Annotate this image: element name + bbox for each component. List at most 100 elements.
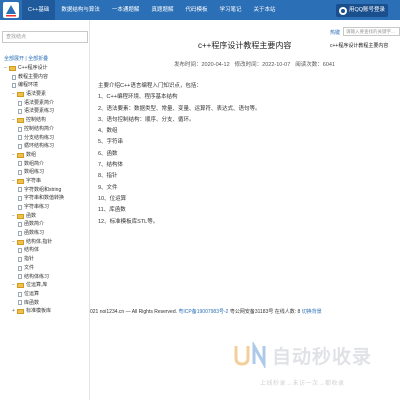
expand-all-link[interactable]: 全部展开 xyxy=(4,56,24,62)
article-line: 6、函数 xyxy=(98,150,118,157)
tree-node[interactable]: 数组简介 xyxy=(4,160,90,169)
tree-node[interactable]: 字符串和数值转换 xyxy=(4,194,90,203)
page-icon xyxy=(18,204,22,210)
article-line: 4、数组 xyxy=(98,128,118,135)
icp-link[interactable]: 粤ICP备19007983号-2 xyxy=(178,309,228,315)
toc-link[interactable]: c++程序设计教程主要内容 xyxy=(330,42,388,49)
tree-folder[interactable]: − C++程序设计 xyxy=(4,64,90,73)
tree-label: C++程序设计 xyxy=(18,65,48,71)
online-count: 在线人数: 8 xyxy=(274,309,301,315)
top-nav-bar: C++基础 数据结构与算法 一本通题解 真题题解 代码模板 学习笔记 关于本站 用QQ账号登… xyxy=(0,0,400,20)
tree-folder[interactable]: − 位运算,库 xyxy=(4,281,90,290)
tree-label: 数组练习 xyxy=(24,169,45,176)
tree-label: 语法要素简介 xyxy=(24,99,55,106)
keyword-search-input[interactable]: 请输入要查找的关键字... xyxy=(343,27,400,36)
article-line: 10、位运算 xyxy=(98,195,127,202)
watermark: 自动秒收录 上线秒录→未访一次→都收录 xyxy=(222,340,392,390)
nav-item-3[interactable]: 真题题解 xyxy=(145,0,179,20)
qq-login-button[interactable]: 用QQ账号登录 xyxy=(336,4,388,17)
tree-label: 库函数 xyxy=(24,299,40,306)
tree-folder[interactable]: − 函数 xyxy=(4,212,90,221)
tree-folder[interactable]: − 数组 xyxy=(4,151,90,160)
tree-label: 控制结构 xyxy=(26,117,47,124)
chapter-tree: − C++程序设计 教程主要内容 编程环境 − 语法要素 语法要素简介 语法要素练习 − 控制结构… xyxy=(4,64,90,316)
tree-label: 标准模板库 xyxy=(26,308,52,315)
qq-icon xyxy=(339,6,347,15)
page-icon xyxy=(12,74,16,80)
folder-icon xyxy=(17,239,24,245)
tree-node[interactable]: 数组练习 xyxy=(4,168,90,177)
tree-label: 结构体,指针 xyxy=(26,238,53,245)
tree-label: 分支结构练习 xyxy=(24,134,55,141)
tree-folder[interactable]: − 控制结构 xyxy=(4,116,90,125)
folder-icon xyxy=(17,283,24,289)
tree-node[interactable]: 语法要素简介 xyxy=(4,99,90,108)
tree-label: 位运算,库 xyxy=(26,282,48,289)
page-icon xyxy=(18,126,22,132)
tree-node[interactable]: 函数练习 xyxy=(4,229,90,238)
article-line: 7、结构体 xyxy=(98,162,124,169)
page-icon xyxy=(18,144,22,150)
nav-item-4[interactable]: 代码模板 xyxy=(179,0,213,20)
folder-icon xyxy=(9,65,16,71)
tree-node[interactable]: 库函数 xyxy=(4,299,90,308)
nav-item-5[interactable]: 学习笔记 xyxy=(213,0,247,20)
folder-icon xyxy=(17,117,24,123)
nav-item-6[interactable]: 关于本站 xyxy=(247,0,281,20)
tree-folder[interactable]: − 语法要素 xyxy=(4,90,90,99)
nav-item-1[interactable]: 数据结构与算法 xyxy=(55,0,106,20)
tree-node[interactable]: 文件 xyxy=(4,264,90,273)
tree-node[interactable]: 循环结构练习 xyxy=(4,142,90,151)
tree-node[interactable]: 指针 xyxy=(4,255,90,264)
article-line: 8、指针 xyxy=(98,173,118,180)
tree-node[interactable]: 结构体练习 xyxy=(4,273,90,282)
article-line: 1、C++编程环境、程序基本结构 xyxy=(98,94,178,101)
nav-item-0[interactable]: C++基础 xyxy=(22,0,56,20)
tree-label: 文件 xyxy=(24,264,35,271)
collapse-all-link[interactable]: 全部折叠 xyxy=(28,56,48,62)
tree-folder[interactable]: − 字符串 xyxy=(4,177,90,186)
folder-icon xyxy=(17,309,24,315)
tree-label: 指针 xyxy=(24,256,35,263)
page-icon xyxy=(18,109,22,115)
watermark-title: 自动秒收录 xyxy=(272,347,373,368)
tree-label: 语法要素练习 xyxy=(24,108,55,115)
node-search-input[interactable]: 查找结点 xyxy=(2,31,88,43)
site-logo-icon[interactable] xyxy=(2,1,20,19)
tree-folder[interactable]: − 结构体,指针 xyxy=(4,238,90,247)
tree-node[interactable]: 结构体 xyxy=(4,246,90,255)
folder-icon xyxy=(17,178,24,184)
footer: 021 noi1234.cn — All Rights Reserved. 粤I… xyxy=(90,308,322,315)
folder-icon xyxy=(17,213,24,219)
page-icon xyxy=(18,135,22,141)
switch-background-link[interactable]: 切换背景 xyxy=(302,309,322,315)
page-icon xyxy=(18,291,22,297)
tree-label: 结构体练习 xyxy=(24,273,50,280)
watermark-subtitle: 上线秒录→未访一次→都收录 xyxy=(260,381,345,387)
tree-label: 函数练习 xyxy=(24,230,45,237)
tree-label: 函数 xyxy=(26,212,37,219)
page-icon xyxy=(18,256,22,262)
tree-node[interactable]: 语法要素练习 xyxy=(4,107,90,116)
copyright-text: 021 noi1234.cn — All Rights Reserved. xyxy=(90,309,177,315)
search-label: 热键 xyxy=(330,30,341,36)
tree-node[interactable]: 字符数组和string xyxy=(4,186,90,195)
page-icon xyxy=(18,222,22,228)
sidebar: 查找结点 全部展开 | 全部折叠 − C++程序设计 教程主要内容 编程环境 − 语法要素… xyxy=(0,20,90,400)
tree-node[interactable]: 教程主要内容 xyxy=(4,73,90,82)
nav-item-2[interactable]: 一本通题解 xyxy=(106,0,146,20)
tree-node[interactable]: 字符串练习 xyxy=(4,203,90,212)
tree-folder[interactable]: + 标准模板库 xyxy=(4,307,90,316)
tree-node[interactable]: 控制结构简介 xyxy=(4,125,90,134)
tree-label: 数组 xyxy=(26,151,37,158)
tree-node[interactable]: 分支结构练习 xyxy=(4,134,90,143)
tree-label: 函数简介 xyxy=(24,221,45,228)
article-line: 11、库函数 xyxy=(98,207,126,214)
tree-node[interactable]: 编程环境 xyxy=(4,81,90,90)
watermark-logo-icon xyxy=(234,342,266,368)
tree-node[interactable]: 位运算 xyxy=(4,290,90,299)
tree-label: 教程主要内容 xyxy=(18,73,49,80)
tree-node[interactable]: 函数简介 xyxy=(4,220,90,229)
tree-label: 结构体 xyxy=(24,247,40,254)
tree-label: 控制结构简介 xyxy=(24,125,55,132)
